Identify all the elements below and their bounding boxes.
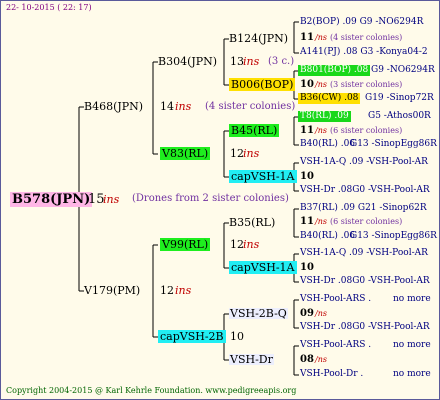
vsh2bq-label[interactable]: VSH-2B-Q	[229, 308, 288, 319]
vsh2bq-ins: /ns	[315, 309, 327, 318]
g5-vshdr-3[interactable]: VSH-Dr .08G0 -VSH-Pool-AR	[300, 323, 430, 332]
b45-num: 11	[300, 125, 314, 136]
g5-b36-origin: G19 -Sinop72R	[365, 93, 434, 103]
b45-label[interactable]: B45(RL)	[229, 124, 280, 137]
g5-no-more-1: no more	[393, 294, 431, 304]
g5-no-more-3: no more	[393, 369, 431, 379]
b304-label[interactable]: B304(JPN)	[158, 56, 217, 67]
g5-b37-rl[interactable]: B37(RL) .09 G21 -Sinop62R	[300, 204, 427, 213]
dam-num: 12	[160, 284, 174, 297]
sire-ins: ins	[175, 100, 192, 113]
b006-ins: /ns	[315, 80, 327, 89]
dam-label[interactable]: V179(PM)	[84, 285, 140, 296]
g5-vsh-pool-ars-2[interactable]: VSH-Pool-ARS .	[300, 341, 371, 350]
g5-vsh-pool-ars-1[interactable]: VSH-Pool-ARS .	[300, 295, 371, 304]
dam-ins: ins	[175, 284, 192, 297]
cap1a-1-label[interactable]: capVSH-1A	[229, 170, 297, 183]
report-date: 22- 10-2015 ( 22: 17)	[6, 3, 92, 12]
sire-num: 14	[160, 100, 174, 113]
g5-b801-bop[interactable]: B801(BOP) .08	[298, 65, 371, 76]
b006-num: 10	[300, 79, 314, 90]
g5-b40-1-origin: G13 -SinopEgg86R	[350, 139, 437, 149]
g5-a141-pj[interactable]: A141(PJ) .08 G3 -Konya04-2	[300, 48, 428, 57]
cap2b-label[interactable]: capVSH-2B	[158, 330, 226, 343]
vshdr-num: 08	[300, 354, 314, 365]
b35-ins: /ns	[315, 217, 327, 226]
b006-label[interactable]: B006(BOP)	[229, 78, 296, 91]
b304-num: 13	[230, 55, 244, 68]
g5-b40-rl-2[interactable]: B40(RL) .06	[300, 232, 355, 241]
vshdr-ins: /ns	[315, 355, 327, 364]
b304-ins: ins	[243, 55, 260, 68]
b124-num: 11	[300, 32, 314, 43]
cap1a-2-label[interactable]: capVSH-1A	[229, 261, 297, 274]
b006-note: (3 sister colonies)	[330, 80, 403, 89]
g5-vsh1aq-1[interactable]: VSH-1A-Q .09 -VSH-Pool-AR	[300, 158, 428, 167]
g5-vshdr-2[interactable]: VSH-Dr .08G0 -VSH-Pool-AR	[300, 277, 430, 286]
root-note: (Drones from 2 sister colonies)	[132, 193, 289, 204]
sire-note: (4 sister colonies)	[205, 101, 296, 112]
root-ins: ins	[103, 193, 120, 206]
v99-num: 12	[230, 238, 244, 251]
g5-b40-rl-1[interactable]: B40(RL) .06	[300, 140, 355, 149]
b124-note: (4 sister colonies)	[330, 33, 403, 42]
v99-ins: ins	[243, 238, 260, 251]
b45-note: (6 sister colonies)	[330, 126, 403, 135]
g5-b40-2-origin: G13 -SinopEgg86R	[350, 231, 437, 241]
g5-b36-cw[interactable]: B36(CW) .08	[298, 93, 361, 104]
g5-t8-rl[interactable]: T8(RL) .09	[298, 111, 351, 122]
g5-vsh1aq-2[interactable]: VSH-1A-Q .09 -VSH-Pool-AR	[300, 249, 428, 258]
g5-t8-origin: G5 -Athos00R	[368, 111, 431, 121]
v83-num: 12	[230, 147, 244, 160]
v83-ins: ins	[243, 147, 260, 160]
g5-no-more-2: no more	[393, 340, 431, 350]
g5-b2-bop[interactable]: B2(BOP) .09 G9 -NO6294R	[300, 18, 423, 27]
b304-note: (3 c.)	[268, 56, 295, 67]
g5-vsh-pool-dr[interactable]: VSH-Pool-Dr .	[300, 370, 363, 379]
sire-label[interactable]: B468(JPN)	[84, 101, 143, 112]
cap1a-1-num: 10	[300, 171, 314, 182]
cap1a-2-num: 10	[300, 262, 314, 273]
b124-label[interactable]: B124(JPN)	[229, 33, 288, 44]
cap2b-num: 10	[230, 330, 244, 343]
b35-note: (6 sister colonies)	[330, 217, 403, 226]
g5-b801-origin: G9 -NO6294R	[371, 65, 435, 75]
vshdr-label[interactable]: VSH-Dr	[229, 354, 274, 365]
b45-ins: /ns	[315, 126, 327, 135]
b35-label[interactable]: B35(RL)	[229, 217, 275, 228]
b35-num: 11	[300, 216, 314, 227]
b124-ins: /ns	[315, 33, 327, 42]
vsh2bq-num: 09	[300, 308, 314, 319]
root-bee-label[interactable]: B578(JPN)	[10, 192, 93, 207]
v83-label[interactable]: V83(RL)	[160, 147, 211, 160]
g5-vshdr-1[interactable]: VSH-Dr .08G0 -VSH-Pool-AR	[300, 186, 430, 195]
copyright-footer[interactable]: Copyright 2004-2015 @ Karl Kehrle Founda…	[6, 387, 296, 395]
v99-label[interactable]: V99(RL)	[160, 238, 211, 251]
